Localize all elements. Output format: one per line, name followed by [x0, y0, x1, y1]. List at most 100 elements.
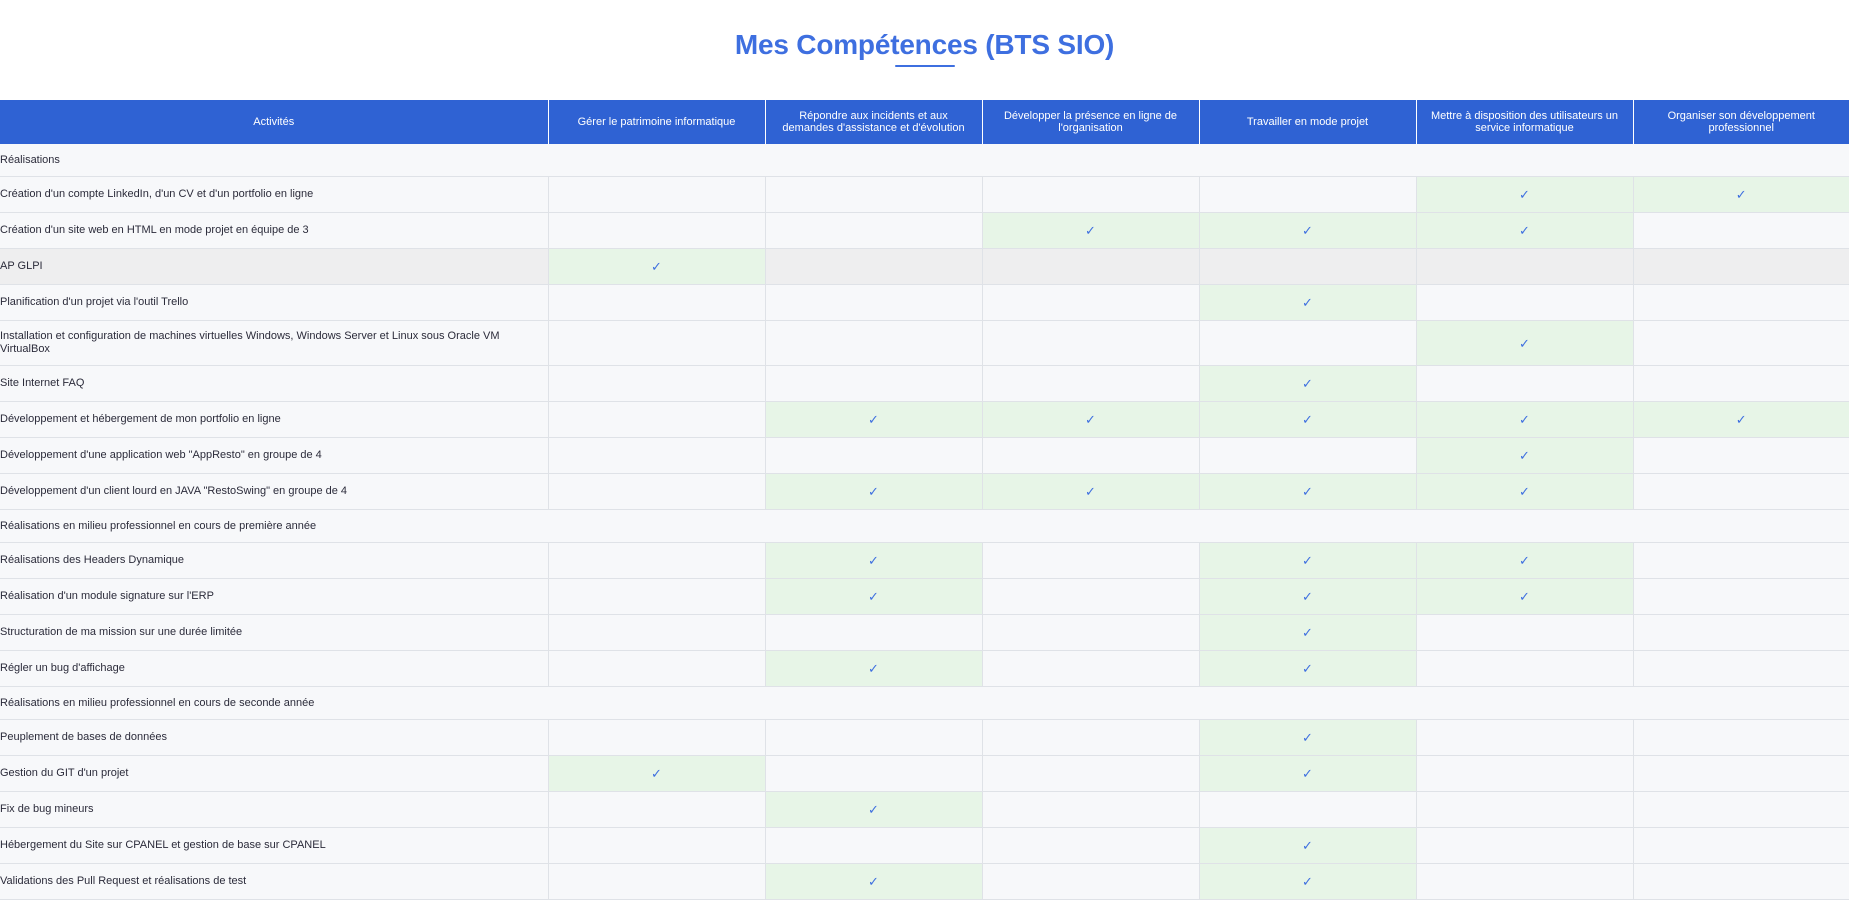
check-icon: ✓: [1085, 412, 1096, 427]
activity-label: Création d'un compte LinkedIn, d'un CV e…: [0, 176, 549, 213]
activity-label: Validations des Pull Request et réalisat…: [0, 863, 549, 900]
skill-cell-checked: ✓: [765, 473, 983, 510]
header-row: Activités Gérer le patrimoine informatiq…: [0, 100, 1849, 144]
skill-cell-empty: [982, 863, 1200, 900]
skill-cell-empty: [1633, 827, 1849, 864]
skill-cell-checked: ✓: [1199, 212, 1417, 249]
skill-cell-checked: ✓: [765, 791, 983, 828]
skill-cell-checked: ✓: [982, 473, 1200, 510]
activity-label: Peuplement de bases de données: [0, 719, 549, 756]
skill-cell-checked: ✓: [1199, 650, 1417, 687]
skill-cell-checked: ✓: [1199, 614, 1417, 651]
page-title: Mes Compétences (BTS SIO): [734, 29, 1115, 60]
activity-label: Régler un bug d'affichage: [0, 650, 549, 687]
activity-label: Développement d'un client lourd en JAVA …: [0, 473, 549, 510]
skill-cell-checked: ✓: [1416, 320, 1634, 366]
activity-label: Gestion du GIT d'un projet: [0, 755, 549, 792]
skill-cell-empty: [1633, 542, 1849, 579]
skill-cell-empty: [1633, 719, 1849, 756]
check-icon: ✓: [1302, 553, 1313, 568]
table-row: Site Internet FAQ ✓: [0, 365, 1849, 402]
skill-cell-checked: ✓: [1416, 401, 1634, 438]
skill-cell-checked: ✓: [1416, 473, 1634, 510]
check-icon: ✓: [1302, 838, 1313, 853]
skill-cell-empty: [1199, 320, 1417, 366]
table-row: Création d'un site web en HTML en mode p…: [0, 212, 1849, 249]
skill-cell-empty: [765, 176, 983, 213]
skill-cell-checked: ✓: [1416, 542, 1634, 579]
title-underline: [894, 65, 955, 67]
check-icon: ✓: [1735, 187, 1747, 202]
check-icon: ✓: [868, 661, 879, 676]
skill-cell-empty: [548, 365, 766, 402]
skill-cell-checked: ✓: [1199, 284, 1417, 321]
skill-cell-empty: [982, 650, 1200, 687]
activity-label: Réalisation d'un module signature sur l'…: [0, 578, 549, 615]
check-icon: ✓: [1519, 223, 1530, 238]
skill-cell-empty: [765, 365, 983, 402]
table-row: Développement et hébergement de mon port…: [0, 401, 1849, 438]
skill-cell-empty: [982, 791, 1200, 828]
skill-cell-empty: [982, 755, 1200, 792]
check-icon: ✓: [1519, 412, 1530, 427]
skill-cell-checked: ✓: [1416, 212, 1634, 249]
page-header: Mes Compétences (BTS SIO): [0, 0, 1849, 100]
check-icon: ✓: [1302, 589, 1313, 604]
table-body: Réalisations Création d'un compte LinkedI…: [0, 144, 1849, 900]
skill-cell-empty: [548, 614, 766, 651]
check-icon: ✓: [1302, 412, 1313, 427]
skill-cell-empty: [1633, 320, 1849, 366]
check-icon: ✓: [1302, 295, 1313, 310]
skill-cell-empty: [1416, 719, 1634, 756]
skill-cell-empty: [1416, 791, 1634, 828]
check-icon: ✓: [1302, 730, 1313, 745]
activity-label: Installation et configuration de machine…: [0, 320, 549, 366]
table-row: Régler un bug d'affichage ✓ ✓: [0, 650, 1849, 687]
header-repondre-incidents: Répondre aux incidents et aux demandes d…: [765, 100, 983, 144]
skill-cell-empty: [1416, 614, 1634, 651]
skill-cell-empty: [1199, 176, 1417, 213]
skill-cell-empty: [548, 176, 766, 213]
skill-cell-checked: ✓: [1633, 401, 1849, 438]
skill-cell-empty: [765, 248, 983, 285]
skill-cell-empty: [548, 284, 766, 321]
skill-cell-empty: [765, 212, 983, 249]
check-icon: ✓: [868, 553, 879, 568]
skill-cell-checked: ✓: [1416, 578, 1634, 615]
skill-cell-empty: [548, 320, 766, 366]
table-row: Réalisations des Headers Dynamique ✓ ✓ ✓: [0, 542, 1849, 579]
check-icon: ✓: [1302, 484, 1313, 499]
skill-cell-empty: [765, 437, 983, 474]
activity-label: Site Internet FAQ: [0, 365, 549, 402]
table-row: Fix de bug mineurs ✓: [0, 791, 1849, 828]
skill-cell-empty: [1633, 473, 1849, 510]
activity-label: Structuration de ma mission sur une duré…: [0, 614, 549, 651]
skill-cell-empty: [1416, 284, 1634, 321]
skill-cell-empty: [982, 719, 1200, 756]
section-label: Réalisations: [0, 144, 1849, 177]
check-icon: ✓: [651, 259, 662, 274]
check-icon: ✓: [868, 874, 879, 889]
skill-cell-empty: [548, 473, 766, 510]
skill-cell-empty: [1416, 863, 1634, 900]
skill-cell-empty: [1416, 650, 1634, 687]
skill-cell-empty: [765, 320, 983, 366]
activity-label: Hébergement du Site sur CPANEL et gestio…: [0, 827, 549, 864]
check-icon: ✓: [868, 412, 879, 427]
section-label: Réalisations en milieu professionnel en …: [0, 509, 1849, 543]
check-icon: ✓: [1302, 376, 1313, 391]
check-icon: ✓: [1519, 448, 1530, 463]
section-row: Réalisations en milieu professionnel en …: [0, 686, 1849, 720]
check-icon: ✓: [868, 802, 879, 817]
table-header: Activités Gérer le patrimoine informatiq…: [0, 100, 1849, 144]
check-icon: ✓: [1302, 766, 1313, 781]
skill-cell-empty: [982, 284, 1200, 321]
check-icon: ✓: [1519, 484, 1530, 499]
skill-cell-checked: ✓: [982, 212, 1200, 249]
check-icon: ✓: [1519, 553, 1530, 568]
skill-cell-checked: ✓: [1416, 437, 1634, 474]
skill-cell-empty: [548, 437, 766, 474]
skill-cell-empty: [1416, 365, 1634, 402]
skill-cell-empty: [982, 614, 1200, 651]
skill-cell-empty: [1199, 248, 1417, 285]
